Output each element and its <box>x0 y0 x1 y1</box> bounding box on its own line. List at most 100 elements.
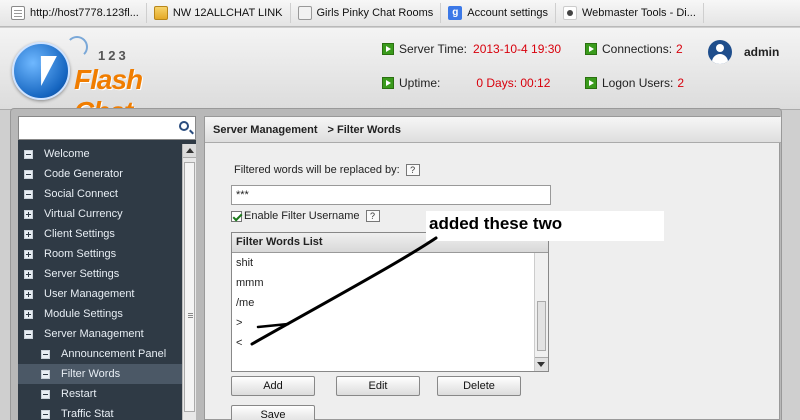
sidebar-item-social-connect[interactable]: Social Connect <box>18 184 182 204</box>
puzzle-icon <box>297 6 312 20</box>
sidebar-item-label: Welcome <box>44 148 90 160</box>
scrollbar-thumb[interactable] <box>537 301 546 351</box>
bookmark-webmaster-tools[interactable]: Webmaster Tools - Di... <box>556 3 704 23</box>
bookmark-nw-link[interactable]: NW 12ALLCHAT LINK <box>147 3 291 23</box>
bookmarks-bar: http://host7778.123fl... NW 12ALLCHAT LI… <box>0 0 800 27</box>
sidebar-item-announcement-panel[interactable]: Announcement Panel <box>18 344 182 364</box>
delete-button[interactable]: Delete <box>437 376 521 396</box>
app-header: 123 Flash Chat Server Time: 2013-10-4 19… <box>0 28 800 127</box>
edit-button[interactable]: Edit <box>336 376 420 396</box>
logon-users-stat: Logon Users: 2 <box>585 76 684 90</box>
bookmark-label: Girls Pinky Chat Rooms <box>316 7 434 19</box>
bookmark-label: Account settings <box>467 7 548 19</box>
page-icon <box>11 6 25 20</box>
uptime-label: Uptime: <box>399 76 441 90</box>
sidebar-scrollbar[interactable] <box>182 144 196 420</box>
replace-label: Filtered words will be replaced by: <box>234 164 400 176</box>
sidebar-item-room-settings[interactable]: Room Settings <box>18 244 182 264</box>
sidebar-item-label: Module Settings <box>44 308 123 320</box>
server-time-stat: Server Time: 2013-10-4 19:30 <box>382 42 561 56</box>
sidebar-search-input[interactable] <box>18 116 196 140</box>
enable-filter-username-row: Enable Filter Username ? <box>231 210 380 222</box>
sidebar-item-label: Server Management <box>44 328 144 340</box>
server-time-value: 2013-10-4 19:30 <box>473 42 562 56</box>
sidebar-item-label: Traffic Stat <box>61 408 114 420</box>
list-scrollbar[interactable] <box>534 253 548 371</box>
breadcrumb-section[interactable]: Server Management <box>213 124 318 136</box>
user-menu[interactable]: admin <box>708 40 779 64</box>
sidebar-item-module-settings[interactable]: Module Settings <box>18 304 182 324</box>
add-button[interactable]: Add <box>231 376 315 396</box>
bullet-icon <box>41 389 50 399</box>
sidebar-item-label: Client Settings <box>44 228 115 240</box>
flash-chat-logo: 123 Flash Chat <box>12 36 192 127</box>
list-item[interactable]: shit <box>232 253 548 273</box>
list-item[interactable]: > <box>232 313 548 333</box>
connections-label: Connections: <box>602 42 673 56</box>
expand-icon <box>24 289 33 299</box>
bullet-icon <box>41 409 50 419</box>
bookmark-label: Webmaster Tools - Di... <box>581 7 696 19</box>
sidebar-item-label: Filter Words <box>61 368 121 380</box>
collapse-icon <box>24 149 33 159</box>
sidebar: Welcome Code Generator Social Connect Vi… <box>18 116 196 420</box>
logon-users-value: 2 <box>677 76 685 90</box>
sidebar-item-label: User Management <box>44 288 135 300</box>
enable-filter-username-checkbox[interactable] <box>231 210 242 222</box>
sidebar-menu: Welcome Code Generator Social Connect Vi… <box>18 144 182 420</box>
server-time-label: Server Time: <box>399 42 468 56</box>
replace-label-row: Filtered words will be replaced by: ? <box>234 164 420 176</box>
list-item[interactable]: /me <box>232 293 548 313</box>
bookmark-account-settings[interactable]: g Account settings <box>441 3 556 23</box>
sidebar-item-filter-words[interactable]: Filter Words <box>18 364 182 384</box>
sidebar-item-label: Virtual Currency <box>44 208 123 220</box>
sidebar-item-user-management[interactable]: User Management <box>18 284 182 304</box>
bullet-icon <box>41 369 50 379</box>
expand-icon <box>24 269 33 279</box>
save-button[interactable]: Save <box>231 405 315 420</box>
sidebar-item-label: Room Settings <box>44 248 117 260</box>
sidebar-item-label: Server Settings <box>44 268 120 280</box>
enable-filter-username-label: Enable Filter Username <box>244 210 360 222</box>
breadcrumb: Server Management > Filter Words <box>205 117 781 143</box>
breadcrumb-page: > Filter Words <box>327 123 401 136</box>
sidebar-item-welcome[interactable]: Welcome <box>18 144 182 164</box>
scroll-up-icon[interactable] <box>183 144 196 158</box>
bookmark-pinky-chat[interactable]: Girls Pinky Chat Rooms <box>291 3 442 23</box>
help-icon[interactable]: ? <box>365 210 380 222</box>
green-arrow-icon <box>585 43 597 55</box>
connections-stat: Connections: 2 <box>585 42 683 56</box>
username: admin <box>744 45 780 59</box>
scrollbar-thumb[interactable] <box>184 162 195 412</box>
connections-value: 2 <box>676 42 683 56</box>
sidebar-item-label: Code Generator <box>44 168 123 180</box>
sidebar-item-server-settings[interactable]: Server Settings <box>18 264 182 284</box>
grip-icon <box>188 313 193 314</box>
sidebar-item-client-settings[interactable]: Client Settings <box>18 224 182 244</box>
list-item[interactable]: < <box>232 333 548 353</box>
scroll-down-icon[interactable] <box>535 357 548 371</box>
annotation-note: added these two <box>426 211 664 241</box>
collapse-icon <box>24 189 33 199</box>
google-icon: g <box>448 6 463 20</box>
filter-words-list[interactable]: Filter Words List shit mmm /me > < <box>231 232 549 372</box>
bullet-icon <box>41 349 50 359</box>
sidebar-item-server-management[interactable]: Server Management <box>18 324 182 344</box>
sidebar-item-restart[interactable]: Restart <box>18 384 182 404</box>
list-item[interactable]: mmm <box>232 273 548 293</box>
help-icon[interactable]: ? <box>405 164 420 176</box>
uptime-stat: Uptime: 0 Days: 00:12 <box>382 76 550 90</box>
sidebar-item-code-generator[interactable]: Code Generator <box>18 164 182 184</box>
expand-icon <box>24 249 33 259</box>
uptime-value: 0 Days: 00:12 <box>476 76 551 90</box>
sidebar-item-traffic-stat[interactable]: Traffic Stat <box>18 404 182 420</box>
sidebar-item-virtual-currency[interactable]: Virtual Currency <box>18 204 182 224</box>
search-icon[interactable] <box>179 121 189 131</box>
sidebar-item-label: Restart <box>61 388 97 400</box>
green-arrow-icon <box>382 43 394 55</box>
replacement-input[interactable]: *** <box>231 185 551 205</box>
bookmark-host[interactable]: http://host7778.123fl... <box>4 3 147 23</box>
sidebar-item-label: Announcement Panel <box>61 348 167 360</box>
user-avatar-icon <box>708 40 732 64</box>
folder-icon <box>153 6 168 20</box>
